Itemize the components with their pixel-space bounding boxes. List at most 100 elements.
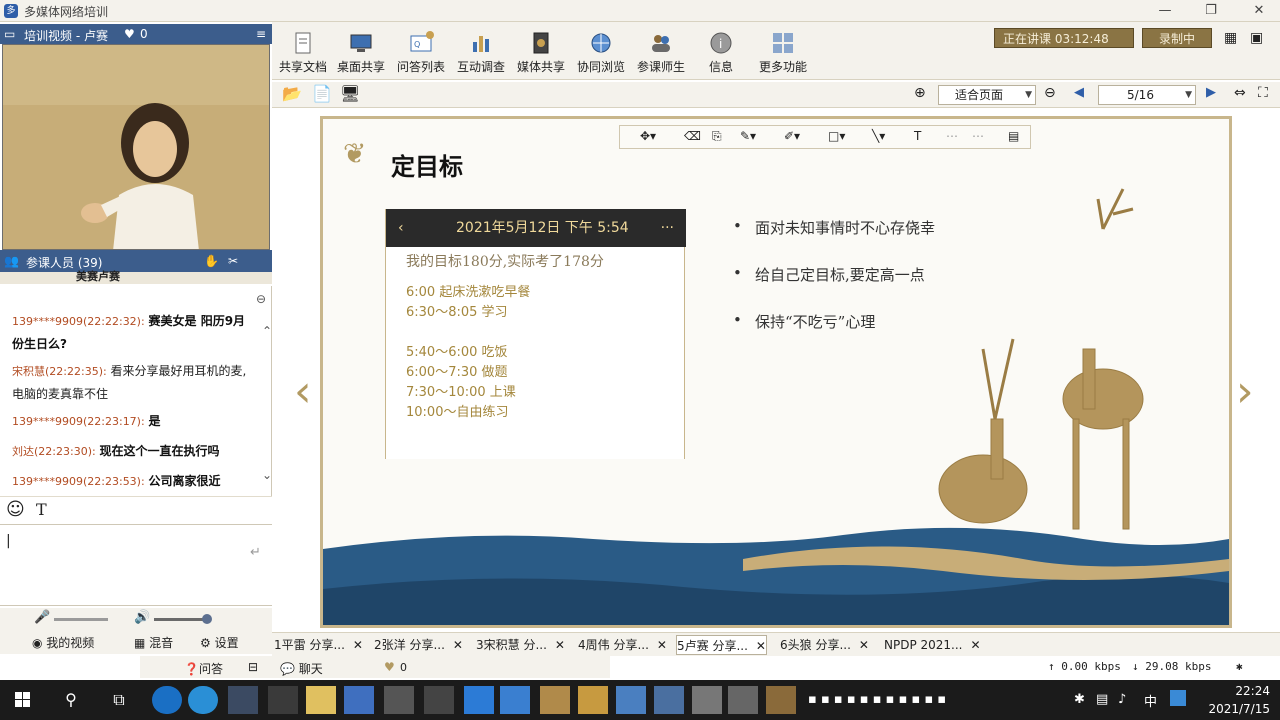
app-icon[interactable] [384,686,414,714]
prev-page-icon[interactable]: ◀ [1074,85,1084,100]
tool-attendees[interactable]: 参课师生 [630,26,692,78]
zoom-select[interactable]: 适合页面 ▼ [938,85,1036,105]
zoom-in-icon[interactable]: ⊕ [914,85,926,101]
save-doc-icon[interactable]: 📄 [312,84,332,103]
close-tab-icon[interactable]: ✕ [657,635,667,655]
hand-raise-icon[interactable]: ✋ [204,254,219,268]
next-slide-icon[interactable]: › [1236,366,1254,417]
app-icon[interactable] [616,686,646,714]
mute-all-icon[interactable]: ✂ [228,254,238,268]
rectangle-icon[interactable]: □▾ [828,129,845,143]
browser-icon[interactable] [152,686,182,714]
close-tab-icon[interactable]: ✕ [555,635,565,655]
speaker-volume-handle[interactable] [202,614,212,624]
task-view-icon[interactable]: ⧉ [104,686,134,714]
close-tab-icon[interactable]: ✕ [971,635,981,655]
undo-icon[interactable]: ⋯ [946,129,958,143]
close-tab-icon[interactable]: ✕ [453,635,463,655]
speaker-volume-slider[interactable] [154,618,208,621]
volume-icon[interactable]: ♪ [1118,692,1126,707]
minimize-button[interactable]: — [1150,2,1180,20]
tool-cobrowse[interactable]: 协同浏览 [570,26,632,78]
participants-header[interactable]: 👥 参课人员 (39) ✋ ✂ [0,250,272,272]
chat-input[interactable]: | ↵ [0,524,272,606]
security-icon[interactable] [464,686,494,714]
app-icon[interactable] [692,686,722,714]
app-icon[interactable] [268,686,298,714]
panel-menu-icon[interactable]: ≡ [256,27,266,41]
chrome-icon[interactable] [228,686,258,714]
tool-share-document[interactable]: 共享文档 [272,26,334,78]
close-tab-icon[interactable]: ✕ [756,636,766,656]
bluetooth-icon[interactable]: ✱ [1074,692,1085,707]
system-clock[interactable]: 22:24 2021/7/15 [1190,682,1270,718]
close-tab-icon[interactable]: ✕ [353,635,363,655]
fit-width-icon[interactable]: ⇔ [1234,85,1246,101]
bug-icon[interactable]: ✱ [1236,656,1243,678]
network-icon[interactable]: ▤ [1096,692,1108,707]
restore-button[interactable]: ❐ [1196,2,1226,20]
pointer-icon[interactable]: ✥▾ [640,129,656,143]
doc-tab[interactable]: 1平雷 分享... ✕ [274,635,363,655]
tray-icons[interactable]: ▪ ▪ ▪ ▪ ▪ ▪ ▪ ▪ ▪ ▪ ▪ [808,692,946,707]
tool-survey[interactable]: 互动调查 [450,26,512,78]
send-icon[interactable]: ↵ [250,545,261,560]
app-icon[interactable] [188,686,218,714]
mixer-button[interactable]: ▦ 混音 [134,634,173,651]
ime-indicator[interactable]: 中 [1144,691,1157,710]
highlighter-icon[interactable]: ✐▾ [784,129,800,143]
app-icon[interactable] [766,686,796,714]
eraser-icon[interactable]: ⌫ [684,129,701,143]
app-icon[interactable] [540,686,570,714]
mic-volume-slider[interactable] [54,618,108,621]
doc-tab[interactable]: 2张洋 分享... ✕ [374,635,463,655]
chat-tab[interactable]: 💬 聊天 [280,660,323,677]
my-video-button[interactable]: ◉ 我的视频 [32,634,94,651]
meeting-app-icon[interactable] [344,686,374,714]
qa-tab[interactable]: ❓问答 [184,660,223,677]
tool-desktop-share[interactable]: 桌面共享 [330,26,392,78]
collapse-icon[interactable]: ⊖ [256,292,266,306]
mic-icon[interactable]: 🎤 [34,610,50,625]
snapshot-icon[interactable]: ▤ [1008,129,1019,143]
next-page-icon[interactable]: ▶ [1206,85,1216,100]
start-button[interactable] [8,686,38,714]
app-icon[interactable] [424,686,454,714]
doc-tab[interactable]: NPDP 2021... ✕ [884,635,981,655]
text-tool-icon[interactable]: T [914,129,921,143]
doc-tab[interactable]: 4周伟 分享... ✕ [578,635,667,655]
heart-icon[interactable]: ♥ [384,660,395,674]
app-icon[interactable] [654,686,684,714]
qa-close-icon[interactable]: ⊟ [248,660,258,674]
close-button[interactable]: ✕ [1244,2,1274,20]
pen-icon[interactable]: ✎▾ [740,129,756,143]
line-icon[interactable]: ╲▾ [872,129,885,143]
layout-icon[interactable]: ▦ [1224,30,1237,46]
input-method-icon[interactable] [1170,690,1186,706]
recording-badge[interactable]: 录制中 [1142,28,1212,48]
app-icon[interactable] [578,686,608,714]
emoji-icon[interactable]: ☺ [6,499,25,520]
open-folder-icon[interactable]: 📂 [282,84,302,103]
scroll-down-icon[interactable]: ⌄ [262,468,272,482]
tool-media-share[interactable]: 媒体共享 [510,26,572,78]
settings-button[interactable]: ⚙ 设置 [200,634,239,651]
doc-tab[interactable]: 6头狼 分享... ✕ [780,635,869,655]
screenshot-icon[interactable]: ▣ [1250,30,1263,46]
tool-qa-list[interactable]: Q 问答列表 [390,26,452,78]
zoom-out-icon[interactable]: ⊖ [1044,85,1056,101]
fullscreen-icon[interactable]: ⛶ [1258,85,1268,101]
app-icon[interactable] [728,686,758,714]
search-icon[interactable]: ⚲ [56,686,86,714]
close-tab-icon[interactable]: ✕ [859,635,869,655]
page-select[interactable]: 5/16 ▼ [1098,85,1196,105]
tool-info[interactable]: i 信息 [690,26,752,78]
chat-history[interactable]: ⊖ 139****9909(22:22:32): 赛美女是 阳历9月份生日么? … [0,286,272,496]
notes-icon[interactable] [306,686,336,714]
prev-slide-icon[interactable]: ‹ [294,366,312,417]
participant-row[interactable]: 美赛卢赛 [0,270,272,284]
scroll-up-icon[interactable]: ⌃ [262,324,272,338]
font-icon[interactable]: T [36,500,47,519]
doc-tab-active[interactable]: 5卢赛 分享... ✕ [676,635,767,655]
doc-tab[interactable]: 3宋积慧 分... ✕ [476,635,565,655]
